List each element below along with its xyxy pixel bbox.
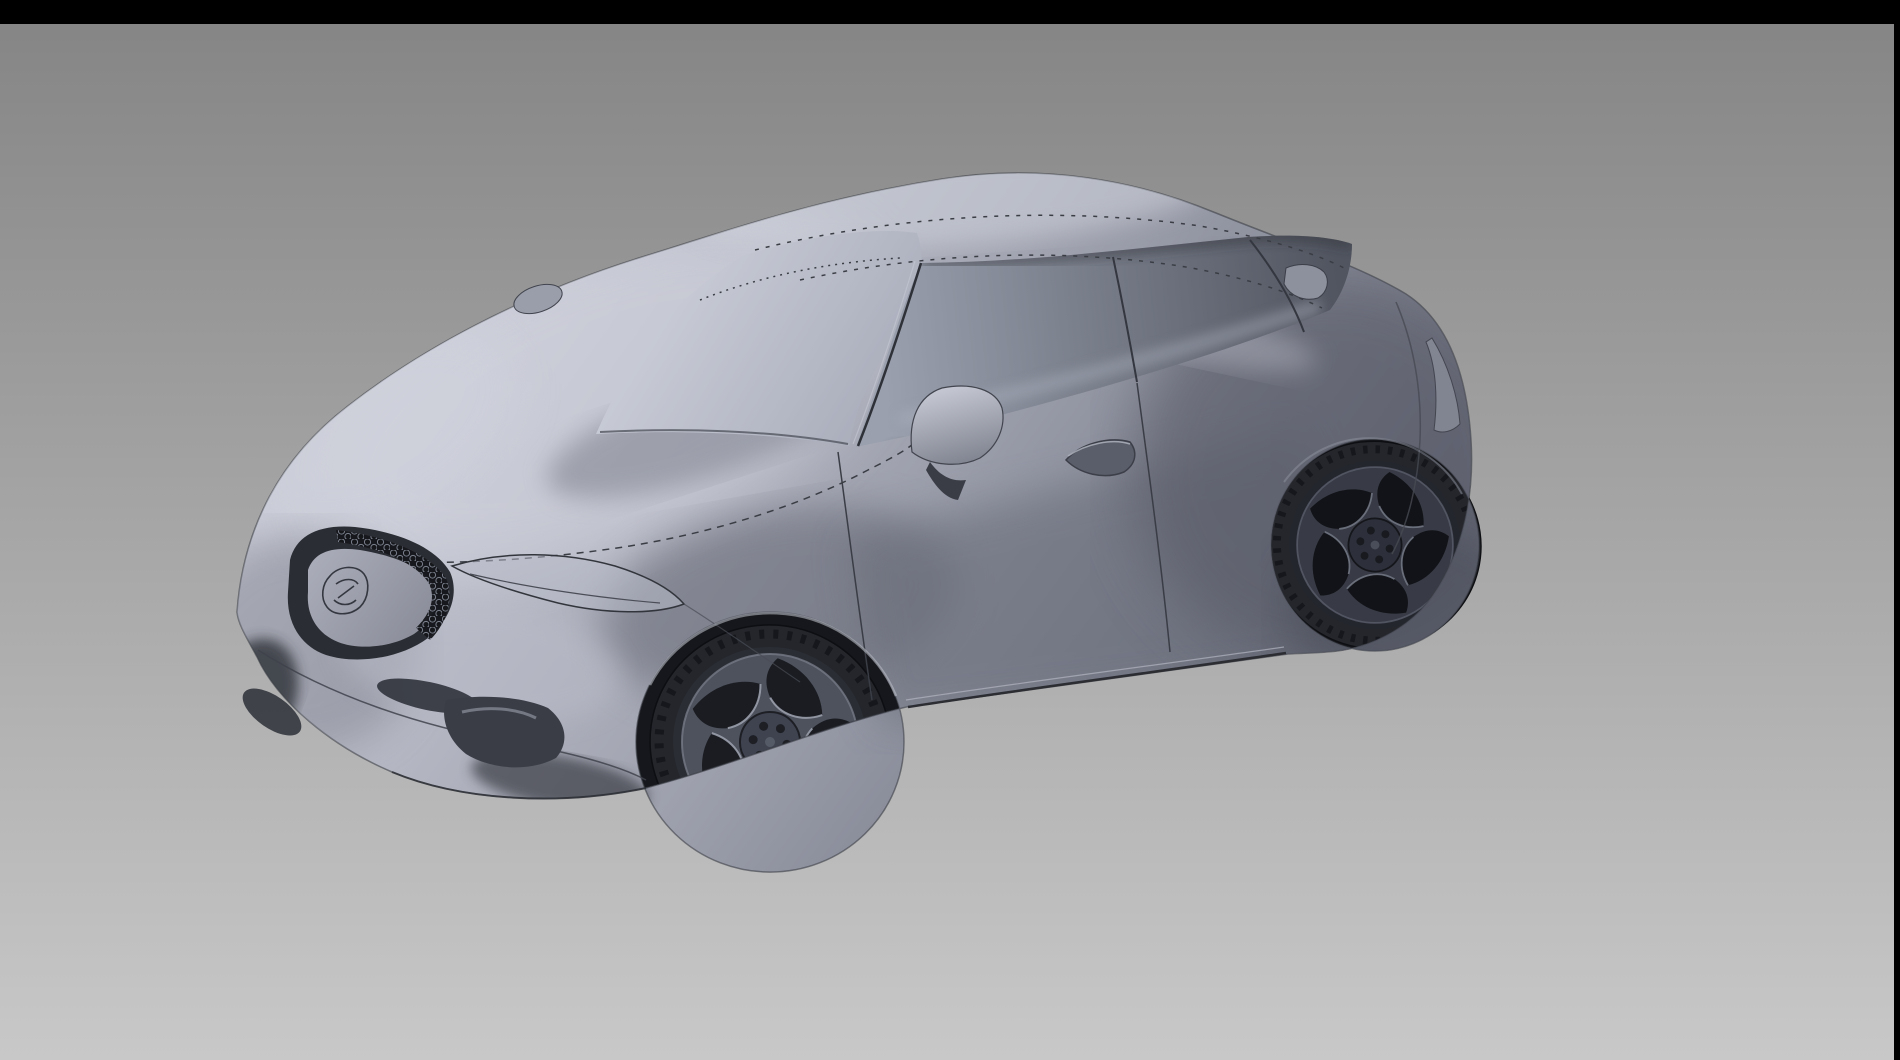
cad-screenshot [0,0,1900,1060]
viewport-3d-canvas[interactable] [0,0,1900,1060]
top-black-bar [0,0,1900,24]
right-black-bar [1894,0,1900,1060]
